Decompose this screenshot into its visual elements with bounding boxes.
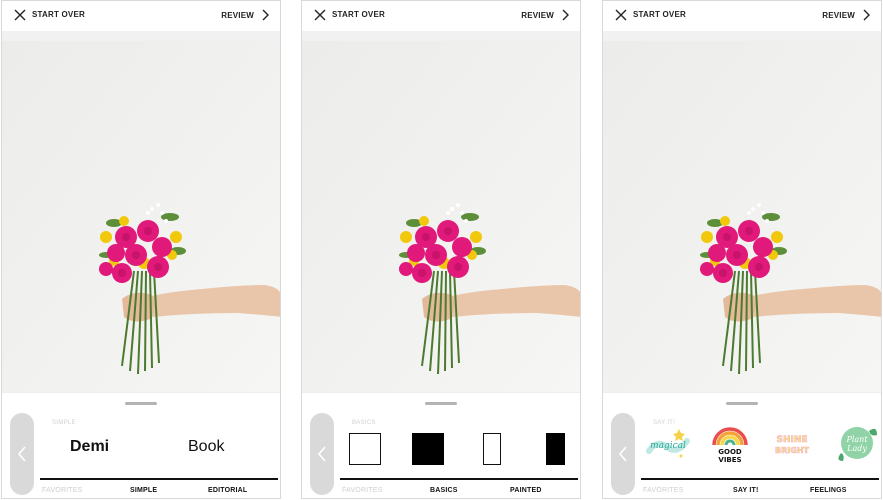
frame-option-black-tall[interactable] (546, 433, 565, 465)
tab-painted[interactable]: PAINTED (510, 487, 542, 494)
chevron-right-icon[interactable] (562, 9, 570, 21)
tab-basics[interactable]: BASICS (429, 487, 459, 496)
review-button[interactable]: REVIEW (221, 11, 254, 20)
sticker-good-vibes[interactable]: GOOD VIBES (707, 421, 753, 467)
font-option-book[interactable]: Book (188, 438, 224, 456)
start-over-button[interactable]: START OVER (332, 10, 385, 19)
tab-label: SIMPLE (130, 487, 158, 494)
tab-label: BASICS (430, 487, 458, 494)
category-label: SIMPLE (52, 420, 76, 426)
back-button[interactable] (611, 413, 635, 495)
chevron-right-icon[interactable] (863, 9, 871, 21)
bouquet-photo (2, 41, 280, 392)
chevron-left-icon (317, 446, 326, 462)
tab-favorites[interactable]: FAVORITES (342, 487, 383, 494)
frame-option-thin-white[interactable] (483, 433, 501, 465)
sticker-text: magical (650, 441, 686, 451)
sticker-text: SHINE (776, 435, 807, 445)
top-strip (302, 31, 580, 41)
sticker-magical[interactable]: magical (645, 421, 691, 467)
tab-divider (641, 478, 879, 480)
frame-tray: BASICS FAVORITES BASICS PAINTED (302, 392, 580, 498)
chevron-left-icon (17, 446, 26, 462)
category-label: BASICS (352, 420, 376, 426)
bouquet-photo (603, 41, 881, 392)
close-icon[interactable] (615, 9, 627, 21)
sticker-text: GOOD (718, 448, 742, 456)
sticker-text: BRIGHT (775, 446, 809, 455)
tab-feelings[interactable]: FEELINGS (810, 487, 847, 494)
text-tray: SIMPLE Demi Book FAVORITES SIMPLE EDITOR… (2, 392, 280, 498)
top-bar: START OVER REVIEW (603, 1, 881, 31)
top-bar: START OVER REVIEW (2, 1, 280, 31)
font-option-demi[interactable]: Demi (70, 438, 109, 456)
review-button[interactable]: REVIEW (822, 11, 855, 20)
back-button[interactable] (310, 413, 334, 495)
tab-simple[interactable]: SIMPLE (129, 487, 159, 496)
sticker-text: Lady (846, 444, 867, 453)
sticker-text: VIBES (718, 456, 741, 464)
frame-option-white[interactable] (349, 433, 381, 465)
close-icon[interactable] (14, 9, 26, 21)
frame-option-black[interactable] (412, 433, 444, 465)
sticker-plant-lady[interactable]: Plant Lady (833, 421, 879, 467)
drag-handle[interactable] (425, 402, 457, 405)
start-over-button[interactable]: START OVER (633, 10, 686, 19)
review-button[interactable]: REVIEW (521, 11, 554, 20)
top-bar: START OVER REVIEW (302, 1, 580, 31)
start-over-button[interactable]: START OVER (32, 10, 85, 19)
drag-handle[interactable] (125, 402, 157, 405)
tab-say-it[interactable]: SAY IT! (732, 487, 760, 496)
top-strip (603, 31, 881, 41)
sticker-tray: SAY IT! magical GOOD VIBES SHINE BRIGHT … (603, 392, 881, 498)
bouquet-photo (302, 41, 580, 392)
tab-divider (40, 478, 278, 480)
tab-editorial[interactable]: EDITORIAL (208, 487, 247, 494)
tab-divider (340, 478, 578, 480)
tab-favorites[interactable]: FAVORITES (643, 487, 684, 494)
top-strip (2, 31, 280, 41)
editor-panel-frames: START OVER REVIEW BASICS FAVORITES BASIC… (301, 0, 581, 499)
back-button[interactable] (10, 413, 34, 495)
sticker-shine[interactable]: SHINE BRIGHT (769, 421, 815, 467)
sticker-text: Plant (845, 435, 868, 444)
tab-favorites[interactable]: FAVORITES (42, 487, 83, 494)
drag-handle[interactable] (726, 402, 758, 405)
chevron-right-icon[interactable] (262, 9, 270, 21)
chevron-left-icon (618, 446, 627, 462)
close-icon[interactable] (314, 9, 326, 21)
editor-panel-stickers: START OVER REVIEW SAY IT! magical GOOD V… (602, 0, 882, 499)
tab-label: SAY IT! (733, 487, 759, 494)
editor-panel-fonts: START OVER REVIEW SIMPLE Demi Book FAVOR… (1, 0, 281, 499)
